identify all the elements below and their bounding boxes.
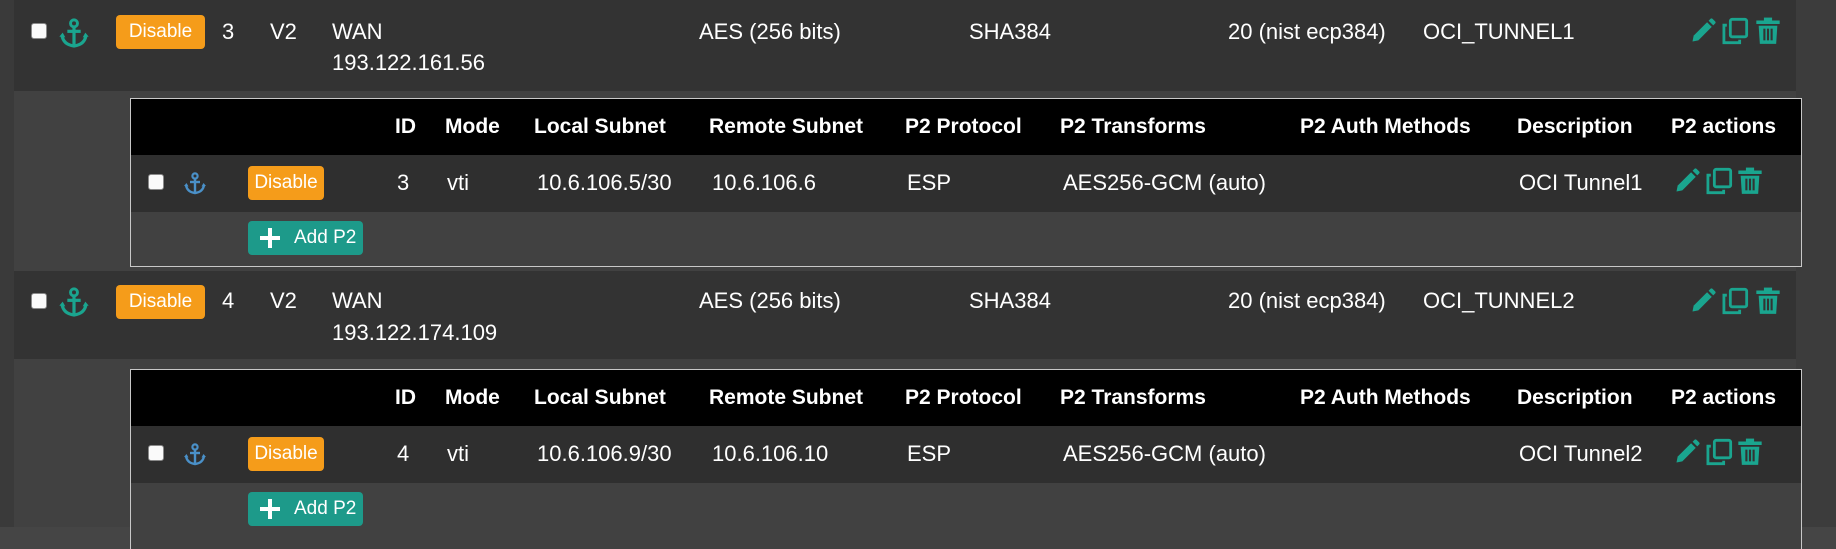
edit-icon[interactable] (1673, 438, 1701, 466)
p2-transforms: AES256-GCM (auto) (1063, 441, 1266, 466)
p2-description: OCI Tunnel1 (1519, 170, 1643, 195)
p1-remote-gateway: 193.122.161.56 (332, 50, 485, 75)
p1-interface: WAN (332, 19, 383, 44)
right-margin (1796, 0, 1836, 527)
p2-header-auth-methods: P2 Auth Methods (1300, 115, 1471, 138)
p2-table: ID Mode Local Subnet Remote Subnet P2 Pr… (130, 369, 1802, 549)
p2-header-auth-methods: P2 Auth Methods (1300, 386, 1471, 409)
add-p2-button[interactable]: Add P2 (248, 221, 363, 255)
plus-icon (260, 228, 280, 248)
p2-disable-button[interactable]: Disable (248, 166, 324, 200)
p1-select-checkbox[interactable] (31, 293, 47, 309)
p2-mode: vti (447, 170, 469, 195)
p1-encryption: AES (256 bits) (699, 19, 841, 44)
p1-row: Disable 3 V2 WAN 193.122.161.56 AES (256… (14, 0, 1796, 91)
delete-icon[interactable] (1736, 438, 1764, 466)
copy-icon[interactable] (1705, 438, 1733, 466)
p2-header-transforms: P2 Transforms (1060, 386, 1206, 409)
p2-header-mode: Mode (445, 115, 500, 138)
p2-remote-subnet: 10.6.106.10 (712, 441, 829, 466)
p1-disable-button[interactable]: Disable (116, 15, 205, 49)
p1-description: OCI_TUNNEL2 (1423, 288, 1575, 313)
p2-container: ID Mode Local Subnet Remote Subnet P2 Pr… (14, 91, 1802, 271)
p2-header-actions: P2 actions (1671, 115, 1777, 138)
add-p2-button[interactable]: Add P2 (248, 492, 363, 526)
add-p2-label: Add P2 (294, 498, 357, 519)
p2-header-id: ID (395, 115, 416, 138)
p2-header-protocol: P2 Protocol (905, 115, 1022, 138)
anchor-icon[interactable] (183, 443, 207, 467)
p2-id: 4 (397, 441, 410, 466)
p1-ike-version: V2 (270, 19, 297, 44)
p2-transforms: AES256-GCM (auto) (1063, 170, 1266, 195)
p2-description: OCI Tunnel2 (1519, 441, 1643, 466)
edit-icon[interactable] (1673, 167, 1701, 195)
p2-header-protocol: P2 Protocol (905, 386, 1022, 409)
plus-icon (260, 499, 280, 519)
p1-dh-group: 20 (nist ecp384) (1228, 288, 1386, 313)
p1-disable-button[interactable]: Disable (116, 285, 205, 319)
p2-local-subnet: 10.6.106.9/30 (537, 441, 672, 466)
p2-header-remote-subnet: Remote Subnet (709, 386, 864, 409)
p2-row: Disable 3 vti 10.6.106.5/30 10.6.106.6 E… (131, 155, 1801, 212)
copy-icon[interactable] (1721, 17, 1749, 45)
edit-icon[interactable] (1689, 17, 1717, 45)
p2-header-remote-subnet: Remote Subnet (709, 115, 864, 138)
p2-header-id: ID (395, 386, 416, 409)
p2-table: ID Mode Local Subnet Remote Subnet P2 Pr… (130, 98, 1802, 267)
copy-icon[interactable] (1721, 287, 1749, 315)
add-p2-label: Add P2 (294, 227, 357, 248)
copy-icon[interactable] (1705, 167, 1733, 195)
anchor-icon[interactable] (58, 287, 90, 319)
p2-mode: vti (447, 441, 469, 466)
p1-dh-group: 20 (nist ecp384) (1228, 19, 1386, 44)
p1-hash: SHA384 (969, 19, 1051, 44)
p1-description: OCI_TUNNEL1 (1423, 19, 1575, 44)
p2-row: Disable 4 vti 10.6.106.9/30 10.6.106.10 … (131, 426, 1801, 483)
anchor-icon[interactable] (183, 172, 207, 196)
delete-icon[interactable] (1754, 287, 1782, 315)
p2-header-transforms: P2 Transforms (1060, 115, 1206, 138)
p1-remote-gateway: 193.122.174.109 (332, 320, 498, 345)
p2-protocol: ESP (907, 441, 952, 466)
p2-container: ID Mode Local Subnet Remote Subnet P2 Pr… (14, 359, 1802, 549)
p1-id: 4 (222, 288, 235, 313)
edit-icon[interactable] (1689, 287, 1717, 315)
p2-remote-subnet: 10.6.106.6 (712, 170, 816, 195)
p2-id: 3 (397, 170, 410, 195)
p2-local-subnet: 10.6.106.5/30 (537, 170, 672, 195)
p1-ike-version: V2 (270, 288, 297, 313)
p2-table-header: ID Mode Local Subnet Remote Subnet P2 Pr… (131, 370, 1801, 426)
p1-hash: SHA384 (969, 288, 1051, 313)
p2-select-checkbox[interactable] (148, 174, 164, 190)
p2-header-local-subnet: Local Subnet (534, 386, 666, 409)
p2-add-row: Add P2 (131, 483, 1801, 537)
p1-id: 3 (222, 19, 235, 44)
delete-icon[interactable] (1736, 167, 1764, 195)
p2-table-header: ID Mode Local Subnet Remote Subnet P2 Pr… (131, 99, 1801, 155)
p2-header-mode: Mode (445, 386, 500, 409)
p1-row: Disable 4 V2 WAN 193.122.174.109 AES (25… (14, 271, 1796, 359)
p2-header-local-subnet: Local Subnet (534, 115, 666, 138)
p2-protocol: ESP (907, 170, 952, 195)
anchor-icon[interactable] (58, 18, 90, 50)
p1-encryption: AES (256 bits) (699, 288, 841, 313)
p2-header-description: Description (1517, 386, 1633, 409)
p2-header-actions: P2 actions (1671, 386, 1777, 409)
left-margin (0, 0, 14, 527)
p2-select-checkbox[interactable] (148, 445, 164, 461)
p2-add-row: Add P2 (131, 212, 1801, 266)
delete-icon[interactable] (1754, 17, 1782, 45)
p2-disable-button[interactable]: Disable (248, 437, 324, 471)
p1-select-checkbox[interactable] (31, 23, 47, 39)
p2-header-description: Description (1517, 115, 1633, 138)
p1-interface: WAN (332, 288, 383, 313)
